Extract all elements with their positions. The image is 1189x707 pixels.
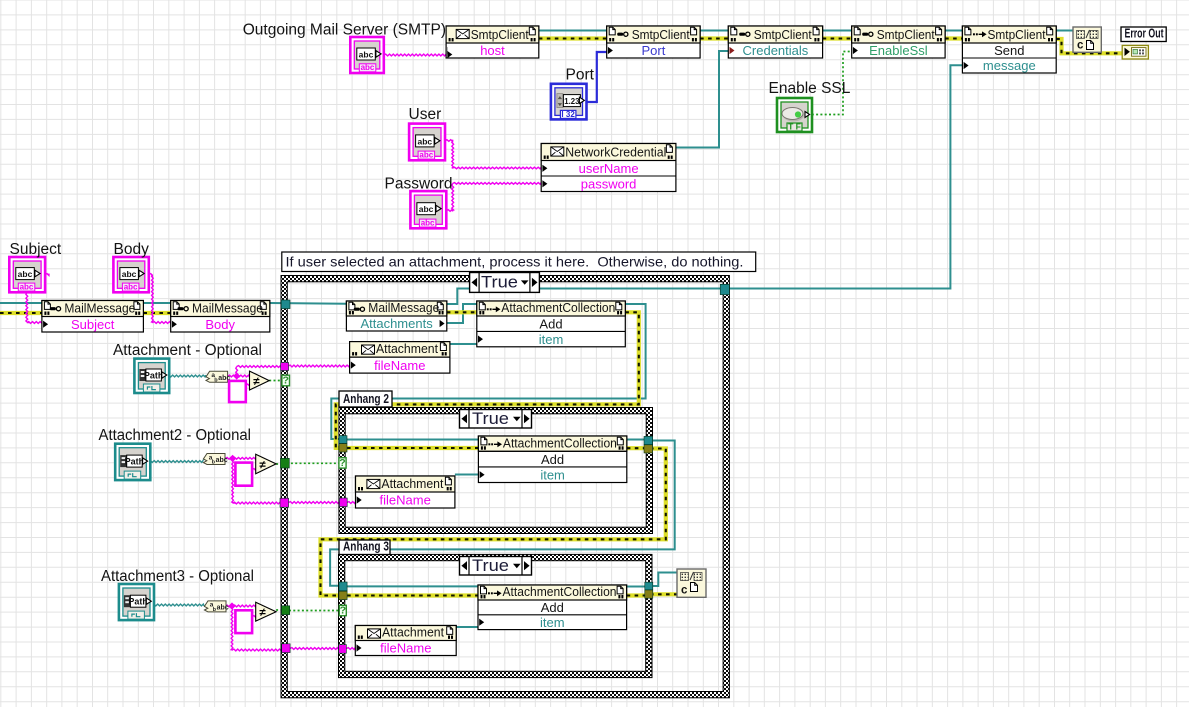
svg-text:True: True xyxy=(472,409,509,428)
svg-text:Attachment3 - Optional: Attachment3 - Optional xyxy=(101,568,254,585)
svg-text:Body: Body xyxy=(114,241,150,258)
svg-text:abc: abc xyxy=(18,269,33,279)
svg-text:T F: T F xyxy=(788,122,801,132)
svg-text:Body: Body xyxy=(205,317,235,332)
svg-text:abc: abc xyxy=(419,151,433,160)
svg-text:MailMessage: MailMessage xyxy=(192,301,263,316)
svg-text:abc: abc xyxy=(421,219,435,228)
svg-text:EnableSsl: EnableSsl xyxy=(869,43,928,58)
svg-text:Port: Port xyxy=(566,67,595,84)
svg-text:fileName: fileName xyxy=(380,493,431,508)
svg-text:SmtpClient: SmtpClient xyxy=(471,27,529,42)
svg-text:NetworkCredential: NetworkCredential xyxy=(565,145,666,160)
svg-text:≠: ≠ xyxy=(260,459,267,471)
svg-text:SmtpClient: SmtpClient xyxy=(988,27,1046,42)
svg-text:abc: abc xyxy=(124,283,138,292)
svg-text:c: c xyxy=(1077,39,1084,51)
svg-text:abc: abc xyxy=(217,605,229,612)
svg-text:True: True xyxy=(481,273,518,292)
svg-text:abc: abc xyxy=(419,204,434,214)
svg-text:?: ? xyxy=(340,605,346,617)
svg-text:abc: abc xyxy=(216,457,228,464)
svg-text:Outgoing Mail Server (SMTP): Outgoing Mail Server (SMTP) xyxy=(243,22,446,39)
svg-text:Anhang 3: Anhang 3 xyxy=(343,540,389,554)
svg-text:I 32: I 32 xyxy=(561,110,575,119)
svg-text:Path: Path xyxy=(125,457,145,467)
svg-text:User: User xyxy=(409,106,442,123)
svg-text:Subject: Subject xyxy=(71,317,115,332)
svg-text:≠: ≠ xyxy=(260,607,267,619)
svg-text:item: item xyxy=(539,332,564,347)
svg-text:fileName: fileName xyxy=(380,641,431,656)
svg-text:Attachment - Optional: Attachment - Optional xyxy=(113,342,262,359)
svg-text:True: True xyxy=(472,556,509,575)
svg-text:item: item xyxy=(540,467,565,482)
svg-text:abc: abc xyxy=(359,49,374,59)
svg-text:MailMessage: MailMessage xyxy=(64,301,135,316)
svg-text:c: c xyxy=(681,584,688,596)
svg-text:Attachments: Attachments xyxy=(360,316,433,331)
svg-text:Send: Send xyxy=(994,43,1024,58)
svg-text:Path: Path xyxy=(144,370,164,380)
svg-text:≠: ≠ xyxy=(253,376,260,388)
svg-text:abc: abc xyxy=(20,283,34,292)
svg-text:fileName: fileName xyxy=(374,358,425,373)
svg-text:1.23: 1.23 xyxy=(564,97,580,106)
svg-text:abc: abc xyxy=(361,63,375,72)
svg-text:AttachmentCollection: AttachmentCollection xyxy=(503,435,617,450)
svg-text:Enable SSL: Enable SSL xyxy=(769,80,851,97)
svg-text:If user selected an attachment: If user selected an attachment, process … xyxy=(286,254,744,270)
svg-text:AttachmentCollection: AttachmentCollection xyxy=(501,300,615,315)
svg-text:Attachment: Attachment xyxy=(381,476,443,491)
svg-text:Add: Add xyxy=(541,452,564,467)
svg-text:Port: Port xyxy=(641,43,665,58)
svg-text:Subject: Subject xyxy=(10,241,62,258)
svg-text:Attachment: Attachment xyxy=(376,341,438,356)
svg-text:Password: Password xyxy=(385,176,453,193)
svg-text:password: password xyxy=(581,176,637,191)
svg-text:message: message xyxy=(983,58,1036,73)
svg-text:Attachment: Attachment xyxy=(382,625,444,640)
svg-text:Credentials: Credentials xyxy=(743,43,809,58)
svg-text:SmtpClient: SmtpClient xyxy=(754,27,812,42)
svg-text:Anhang 2: Anhang 2 xyxy=(343,392,389,406)
svg-text:userName: userName xyxy=(579,161,639,176)
svg-text:?: ? xyxy=(282,375,288,387)
svg-text:MailMessage: MailMessage xyxy=(368,300,439,315)
svg-text:?: ? xyxy=(339,457,345,469)
svg-text:Attachment2 - Optional: Attachment2 - Optional xyxy=(99,427,252,444)
svg-text:Path: Path xyxy=(128,597,148,607)
svg-text:AttachmentCollection: AttachmentCollection xyxy=(503,584,617,599)
svg-text:abc: abc xyxy=(122,269,137,279)
svg-text:Add: Add xyxy=(539,316,562,331)
svg-text:Add: Add xyxy=(541,600,564,615)
svg-text:SmtpClient: SmtpClient xyxy=(877,27,935,42)
svg-text:Error Out: Error Out xyxy=(1125,27,1165,41)
svg-text:item: item xyxy=(540,615,565,630)
svg-text:SmtpClient: SmtpClient xyxy=(632,27,690,42)
svg-text:host: host xyxy=(480,43,505,58)
svg-text:abc: abc xyxy=(417,136,432,146)
